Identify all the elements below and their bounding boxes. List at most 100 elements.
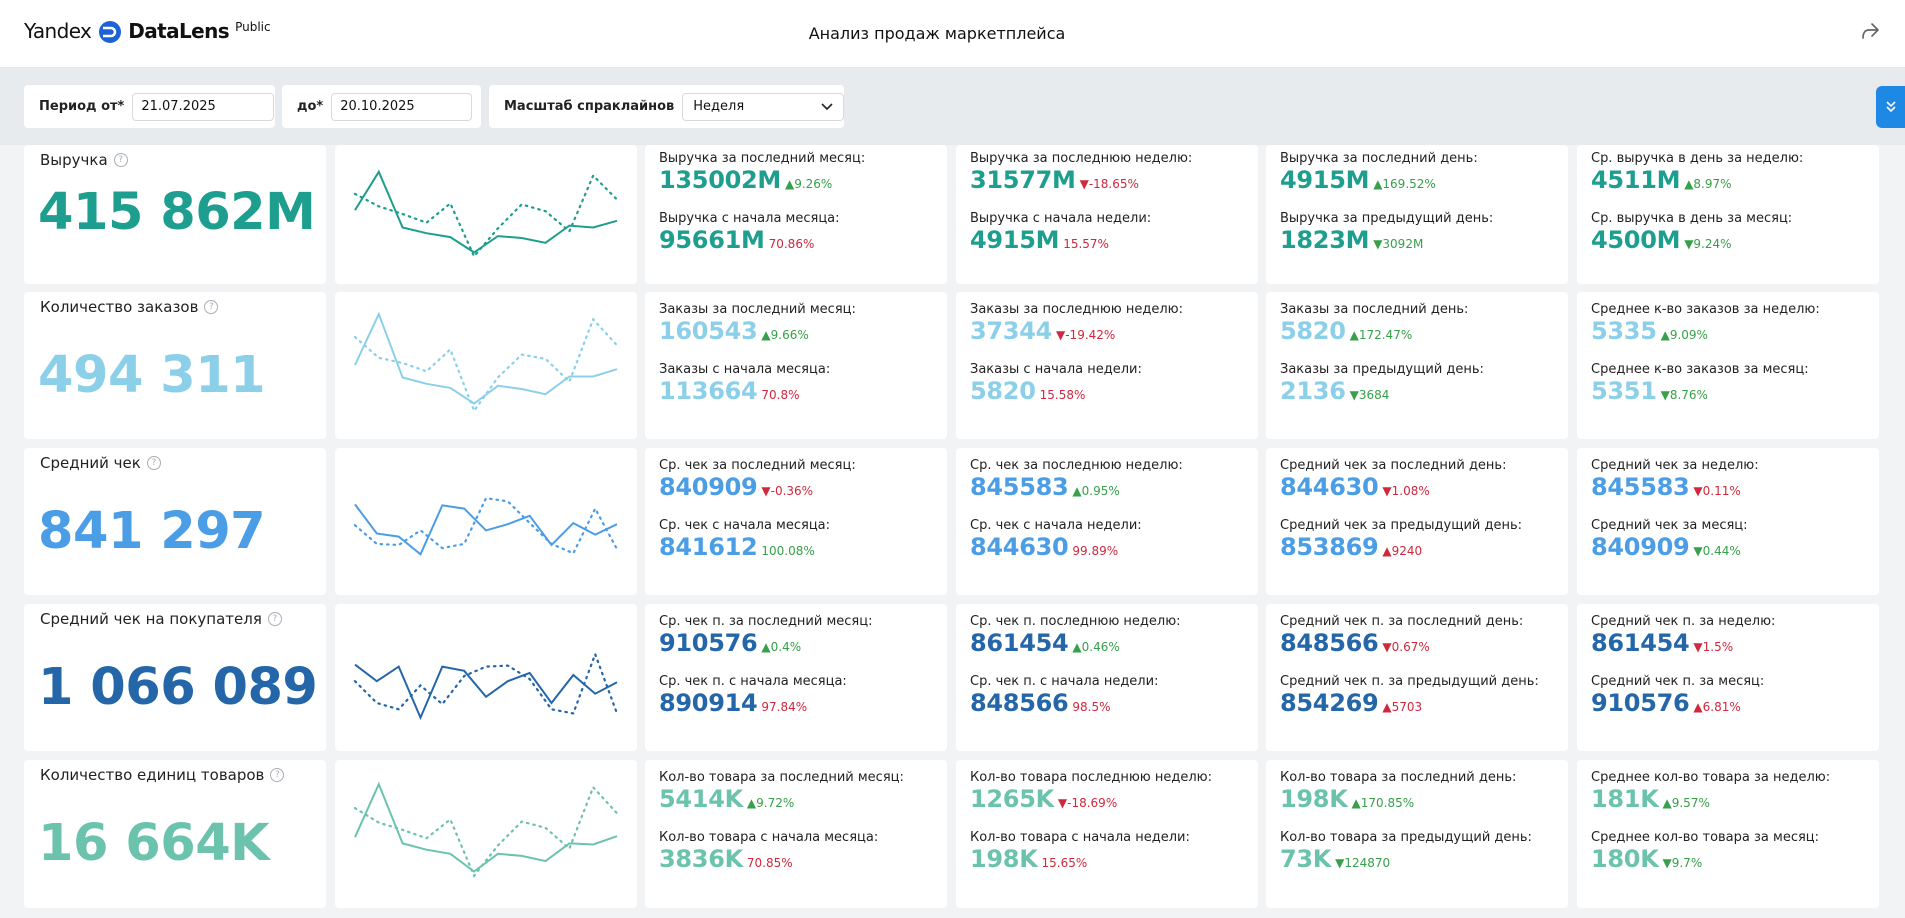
kpi-label: Среднее кол-во товара за неделю: (1591, 770, 1831, 785)
kpi-secondary: Выручка за предыдущий день: 1823M ▼3092M (1280, 211, 1493, 253)
sparkline-previous-period (353, 651, 619, 715)
kpi-value: 840909 (1591, 533, 1690, 561)
kpi-value-line: 5820 15.58% (970, 378, 1142, 404)
filters-bar: Период от* 21.07.2025 до* 20.10.2025 Мас… (0, 68, 1905, 145)
kpi-value-line: 37344 ▼-19.42% (970, 318, 1183, 344)
kpi-secondary: Средний чек п. за предыдущий день: 854269… (1280, 674, 1539, 716)
kpi-value: 4915M (970, 226, 1060, 254)
sparkline-previous-period (353, 317, 619, 414)
kpi-value: 180K (1591, 845, 1659, 873)
kpi-value: 910576 (659, 629, 758, 657)
kpi-value-line: 5820 ▲172.47% (1280, 318, 1468, 344)
kpi-value-line: 844630 99.89% (970, 534, 1142, 560)
kpi-value-line: 861454 ▼1.5% (1591, 630, 1775, 656)
kpi-delta: ▲0.4% (761, 640, 802, 654)
chevron-down-icon (821, 102, 833, 110)
period-to-input[interactable]: 20.10.2025 (331, 92, 473, 121)
page-title: Анализ продаж маркетплейса (808, 24, 1066, 43)
kpi-value: 198K (1280, 785, 1348, 813)
kpi-value: 95661M (659, 226, 765, 254)
kpi-value-line: 890914 97.84% (659, 690, 847, 716)
kpi-delta: ▼-0.36% (761, 484, 814, 498)
kpi-value-line: 845583 ▲0.95% (970, 474, 1183, 500)
header: Yandex DataLens Public Анализ продаж мар… (0, 0, 1905, 68)
kpi-secondary: Выручка с начала месяца: 95661M 70.86% (659, 211, 840, 253)
kpi-label: Ср. выручка в день за неделю: (1591, 151, 1804, 166)
kpi-delta: 15.58% (1039, 388, 1086, 402)
kpi-card: Заказы за последнюю неделю: 37344 ▼-19.42%… (956, 292, 1258, 439)
kpi-delta: 70.8% (761, 388, 800, 402)
kpi-label: Среднее кол-во товара за месяц: (1591, 830, 1820, 845)
kpi-primary: Средний чек п. за последний день: 848566 ▼… (1280, 614, 1523, 656)
help-icon[interactable]: ? (204, 300, 219, 314)
kpi-label: Заказы за предыдущий день: (1280, 362, 1484, 377)
period-to-filter: до* 20.10.2025 (282, 85, 481, 128)
kpi-value-line: 73K ▼124870 (1280, 846, 1532, 872)
kpi-delta: ▲5703 (1382, 700, 1423, 714)
kpi-value-line: 198K ▲170.85% (1280, 786, 1516, 812)
help-icon[interactable]: ? (113, 153, 128, 167)
kpi-value: 37344 (970, 317, 1052, 345)
kpi-value-line: 841612 100.08% (659, 534, 830, 560)
kpi-delta: ▲9.57% (1662, 796, 1710, 810)
kpi-delta: 70.86% (768, 237, 815, 251)
kpi-value: 848566 (1280, 629, 1379, 657)
kpi-card: Выручка за последний месяц: 135002M ▲9.26%… (645, 145, 947, 284)
kpi-secondary: Выручка с начала недели: 4915M 15.57% (970, 211, 1151, 253)
kpi-value-line: 95661M 70.86% (659, 227, 840, 253)
help-icon[interactable]: ? (270, 768, 285, 782)
kpi-card: Среднее кол-во товара за неделю: 181K ▲9.5… (1577, 760, 1879, 908)
share-icon[interactable] (1859, 20, 1881, 42)
kpi-value: 113664 (659, 377, 758, 405)
kpi-primary: Ср. выручка в день за неделю: 4511M ▲8.97% (1591, 151, 1803, 193)
period-from-filter: Период от* 21.07.2025 (24, 85, 275, 128)
kpi-delta: 15.57% (1063, 237, 1109, 251)
kpi-delta: ▼-19.42% (1056, 328, 1116, 342)
kpi-value: 861454 (970, 629, 1069, 657)
kpi-label: Средний чек п. за последний день: (1280, 614, 1524, 629)
help-icon[interactable]: ? (267, 612, 282, 626)
kpi-primary: Заказы за последний день: 5820 ▲172.47% (1280, 302, 1468, 344)
sparkline-current-period (354, 311, 618, 405)
kpi-secondary: Средний чек п. за месяц: 910576 ▲6.81% (1591, 674, 1764, 716)
kpi-value-line: 1823M ▼3092M (1280, 227, 1493, 253)
period-from-input[interactable]: 21.07.2025 (132, 92, 275, 121)
kpi-delta: ▲9240 (1382, 544, 1423, 558)
kpi-primary: Среднее кол-во товара за неделю: 181K ▲9.5… (1591, 770, 1830, 812)
kpi-delta: ▼-18.69% (1057, 796, 1118, 810)
kpi-value: 845583 (970, 473, 1069, 501)
kpi-card: Средний чек за неделю: 845583 ▼0.11% Средни… (1577, 448, 1879, 595)
kpi-card: Выручка за последний день: 4915M ▲169.52% В… (1266, 145, 1568, 284)
kpi-delta: ▲9.26% (784, 177, 833, 191)
metric-card: Средний чек? 841 297 (24, 448, 326, 595)
kpi-label: Заказы с начала месяца: (659, 362, 831, 377)
kpi-secondary: Заказы с начала недели: 5820 15.58% (970, 362, 1142, 404)
kpi-delta: ▼1.08% (1382, 484, 1430, 498)
scale-select[interactable]: Неделя (682, 92, 844, 121)
sparkline-chart (353, 651, 619, 721)
kpi-delta: ▼8.76% (1660, 388, 1708, 402)
kpi-delta: ▼1.5% (1693, 640, 1734, 654)
sparkline-chart (353, 496, 619, 556)
collapse-filters-button[interactable] (1876, 86, 1905, 128)
kpi-label: Заказы за последний месяц: (659, 302, 856, 317)
kpi-label: Кол-во товара с начала недели: (970, 830, 1190, 845)
kpi-secondary: Среднее кол-во товара за месяц: 180K ▼9.7% (1591, 830, 1819, 872)
metric-title: Количество единиц товаров? (40, 766, 285, 784)
kpi-value-line: 4511M ▲8.97% (1591, 167, 1803, 193)
kpi-label: Ср. чек п. последнюю неделю: (970, 614, 1181, 629)
kpi-label: Выручка за последний месяц: (659, 151, 866, 166)
kpi-label: Выручка за последний день: (1280, 151, 1478, 166)
kpi-value-line: 910576 ▲6.81% (1591, 690, 1764, 716)
kpi-label: Ср. чек п. с начала недели: (970, 674, 1159, 689)
kpi-delta: ▼9.24% (1684, 237, 1732, 251)
kpi-value: 890914 (659, 689, 758, 717)
kpi-secondary: Ср. чек п. с начала месяца: 890914 97.84% (659, 674, 847, 716)
kpi-primary: Ср. чек за последнюю неделю: 845583 ▲0.95% (970, 458, 1183, 500)
sparkline-current-period (354, 663, 618, 721)
help-icon[interactable]: ? (146, 456, 161, 470)
kpi-secondary: Заказы за предыдущий день: 2136 ▼3684 (1280, 362, 1484, 404)
kpi-delta: 98.5% (1072, 700, 1111, 714)
kpi-value-line: 848566 ▼0.67% (1280, 630, 1523, 656)
kpi-label: Ср. чек п. за последний месяц: (659, 614, 873, 629)
